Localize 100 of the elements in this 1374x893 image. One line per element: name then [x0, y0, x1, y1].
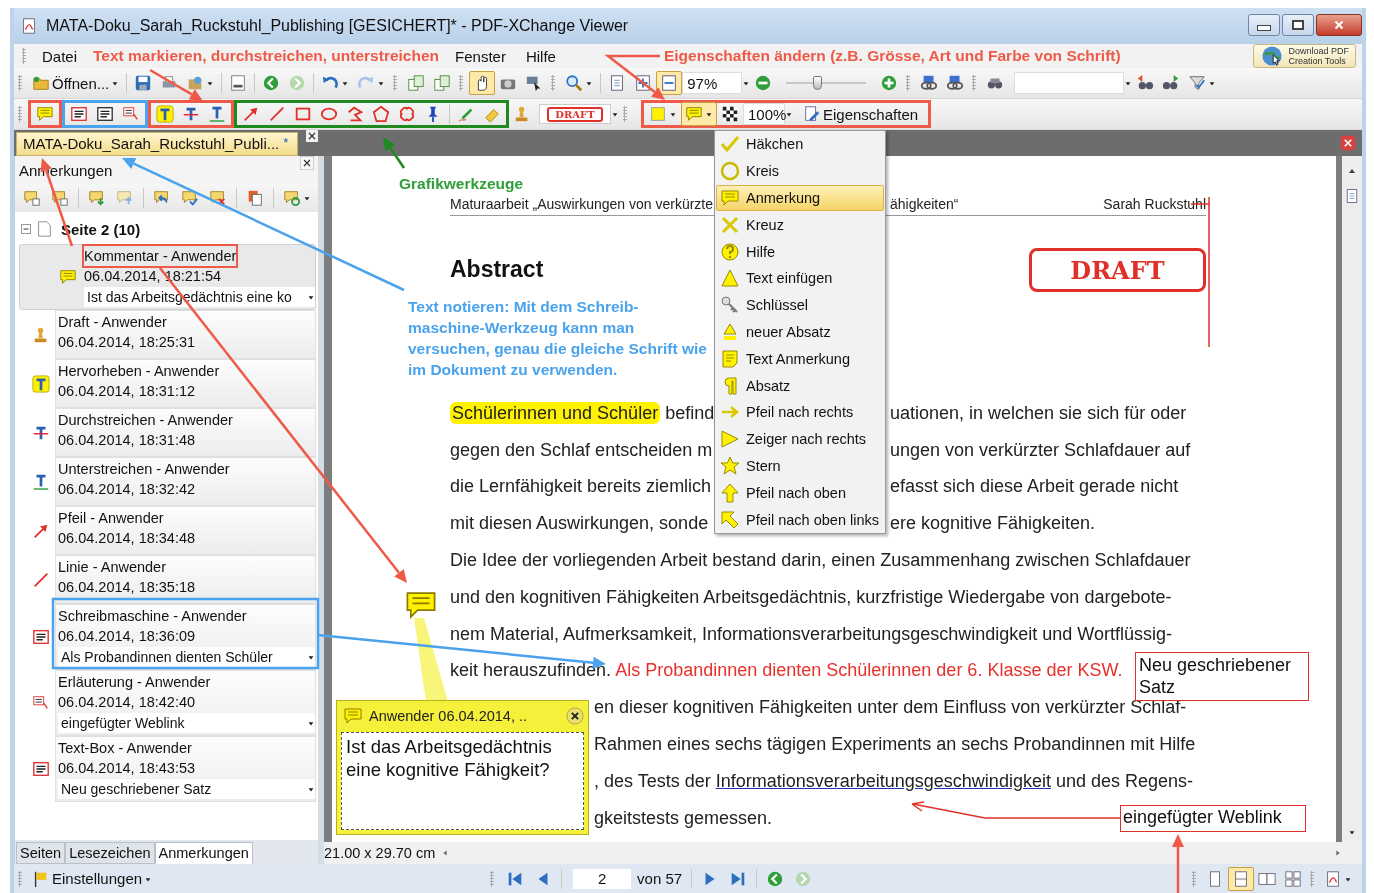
back-icon[interactable]: [766, 869, 785, 888]
slider-thumb[interactable]: [812, 76, 822, 90]
close-icon[interactable]: [306, 130, 318, 142]
caret-icon[interactable]: [705, 110, 713, 118]
close-icon[interactable]: [300, 156, 314, 170]
opacity-field[interactable]: 100%: [743, 103, 785, 125]
panel-tab[interactable]: Anmerkungen: [154, 842, 253, 864]
check-note-icon[interactable]: [181, 189, 199, 207]
strikeout-icon[interactable]: [182, 105, 200, 123]
vertical-scrollbar[interactable]: [1342, 156, 1362, 842]
scroll-left-icon[interactable]: [441, 849, 450, 857]
comment-field[interactable]: eingefügter Weblink: [58, 713, 315, 733]
color-swatch-icon[interactable]: [649, 105, 667, 123]
search-field[interactable]: [1014, 72, 1125, 94]
caret-icon[interactable]: [303, 194, 311, 202]
menu-item[interactable]: Text Anmerkung: [716, 345, 884, 373]
caret-icon[interactable]: [341, 79, 350, 87]
delete-note-icon[interactable]: [209, 189, 227, 207]
save-icon[interactable]: [134, 74, 153, 92]
menu-item[interactable]: Hilfe: [716, 238, 884, 265]
fit-width-icon[interactable]: [660, 74, 679, 92]
add-note-icon[interactable]: [23, 189, 41, 207]
scroll-down-icon[interactable]: [1348, 828, 1356, 836]
caret-icon[interactable]: [307, 785, 315, 793]
stamp-dropdown[interactable]: DRAFT: [539, 104, 611, 124]
menu-item[interactable]: Pfeil nach oben links: [716, 506, 884, 533]
export-icon[interactable]: [246, 189, 264, 207]
menu-item[interactable]: Anmerkung: [716, 184, 884, 212]
highlight-icon[interactable]: [156, 105, 174, 123]
caret-icon[interactable]: [611, 110, 619, 118]
link-icon[interactable]: [946, 74, 965, 92]
properties-button[interactable]: Eigenschaften: [799, 102, 923, 126]
menu-item[interactable]: Stern: [716, 452, 884, 480]
menu-item[interactable]: Text einfügen: [716, 265, 884, 292]
continuous-page-icon[interactable]: [1232, 869, 1250, 888]
close-icon[interactable]: [566, 707, 584, 725]
polygon-icon[interactable]: [372, 105, 390, 123]
zoom-field[interactable]: 97%: [682, 72, 743, 94]
cloud-icon[interactable]: [398, 105, 416, 123]
caret-icon[interactable]: [307, 719, 315, 727]
comment-field[interactable]: Als Probandinnen dienten Schüler: [58, 647, 315, 667]
zoom-icon[interactable]: [565, 74, 584, 92]
textbox-icon[interactable]: [96, 105, 114, 123]
menu-item[interactable]: Kreis: [716, 157, 884, 185]
find-previous-icon[interactable]: [1136, 74, 1155, 92]
weblink[interactable]: Informationsverarbeitungsgeschwindigkeit: [715, 770, 1051, 791]
link-icon[interactable]: [920, 74, 939, 92]
page-grid-icon[interactable]: [1284, 869, 1302, 888]
caret-icon[interactable]: [307, 293, 315, 301]
find-next-icon[interactable]: [1162, 74, 1181, 92]
caret-icon[interactable]: [307, 653, 315, 661]
page-button-icon[interactable]: [1344, 188, 1360, 204]
caret-icon[interactable]: [785, 110, 793, 118]
comment-icon[interactable]: [36, 105, 54, 123]
opacity-icon[interactable]: [721, 105, 739, 123]
panel-tab[interactable]: Seiten: [16, 842, 66, 864]
caret-icon[interactable]: [669, 110, 677, 118]
menu-item[interactable]: Pfeil nach oben: [716, 479, 884, 507]
menu-item[interactable]: Schlüssel: [716, 291, 884, 319]
caret-icon[interactable]: [111, 79, 120, 87]
comment-field[interactable]: Neu geschriebener Satz: [58, 779, 315, 799]
pdf-icon[interactable]: [1324, 869, 1342, 888]
line-icon[interactable]: [268, 105, 286, 123]
polyline-icon[interactable]: [346, 105, 364, 123]
maximize-button[interactable]: [1282, 14, 1314, 36]
panel-tab[interactable]: Lesezeichen: [65, 842, 155, 864]
caret-icon[interactable]: [1124, 79, 1133, 87]
zoom-in-icon[interactable]: [880, 74, 899, 92]
close-button[interactable]: [1316, 14, 1362, 36]
menu-item[interactable]: Häkchen: [716, 131, 884, 158]
filter-icon[interactable]: [1188, 74, 1207, 92]
caret-icon[interactable]: [742, 79, 751, 87]
document-tab[interactable]: MATA-Doku_Sarah_Ruckstuhl_Publi... *: [16, 132, 298, 156]
caret-icon[interactable]: [377, 79, 386, 87]
menu-item[interactable]: Kreuz: [716, 211, 884, 239]
download-banner[interactable]: Download PDF Creation Tools: [1253, 44, 1356, 68]
ellipse-icon[interactable]: [320, 105, 338, 123]
next-note-icon[interactable]: [88, 189, 106, 207]
open-folder-icon[interactable]: [32, 74, 50, 92]
open-button[interactable]: Öffnen...: [52, 74, 110, 92]
minimize-button[interactable]: [1248, 14, 1280, 36]
page-number-field[interactable]: 2: [573, 868, 632, 889]
caret-icon[interactable]: [585, 79, 594, 87]
menu-item[interactable]: Datei: [32, 47, 88, 65]
collapse-toggle[interactable]: [21, 224, 31, 234]
menu-item[interactable]: Pfeil nach rechts: [716, 398, 884, 426]
menu-item[interactable]: Zeiger nach rechts: [716, 425, 884, 453]
caret-icon[interactable]: [1208, 79, 1217, 87]
properties-icon[interactable]: [803, 105, 821, 123]
menu-item[interactable]: Hilfe: [515, 47, 566, 65]
typewriter-icon[interactable]: [70, 105, 88, 123]
back-icon[interactable]: [262, 74, 281, 92]
remove-note-icon[interactable]: [51, 189, 69, 207]
scroll-right-icon[interactable]: [1334, 849, 1342, 857]
menu-item[interactable]: neuer Absatz: [716, 318, 884, 346]
note-text-field[interactable]: Ist das Arbeitsgedächtnis eine kognitive Fähigkeit?: [341, 732, 584, 830]
caret-icon[interactable]: [206, 79, 215, 87]
rectangle-icon[interactable]: [294, 105, 312, 123]
settings-button[interactable]: Einstellungen: [52, 870, 143, 887]
menu-item[interactable]: Absatz: [716, 372, 884, 399]
